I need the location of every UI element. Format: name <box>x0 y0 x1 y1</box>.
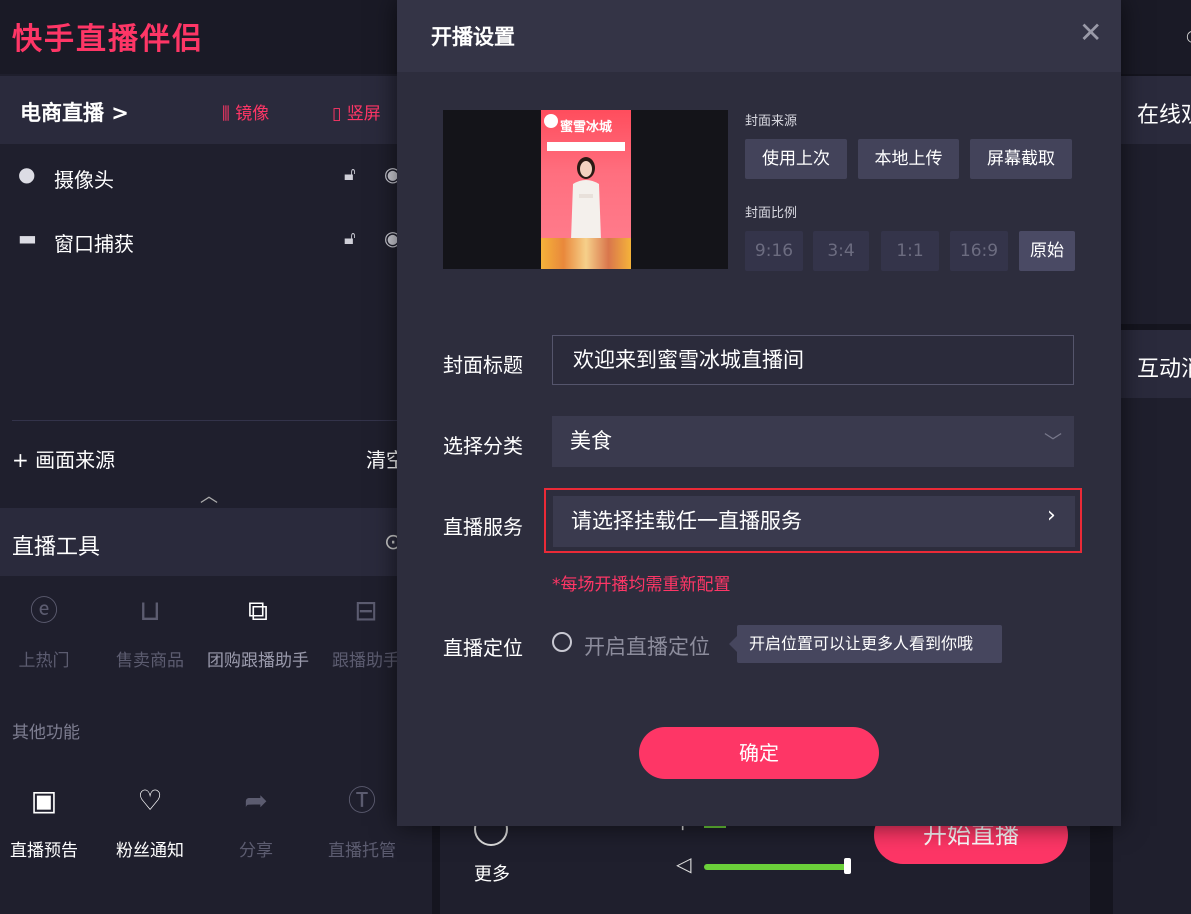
presenter-figure <box>571 157 601 240</box>
tooltip-arrow <box>729 636 737 652</box>
location-label: 直播定位 <box>443 636 523 660</box>
window-control-icon[interactable]: ○ <box>1186 26 1191 45</box>
tool-label: 粉丝通知 <box>116 841 184 861</box>
heart-chat-icon: ♡ <box>137 784 163 817</box>
tool-label: 上热门 <box>18 651 70 671</box>
location-radio[interactable] <box>552 632 572 652</box>
fire-plus-icon: ⓔ <box>29 594 58 627</box>
unlock-icon[interactable]: 🔓︎ <box>344 164 356 185</box>
source-item-window[interactable]: ▬ 窗口捕获 🔓︎ ◉ <box>0 212 432 272</box>
location-tooltip: 开启位置可以让更多人看到你哦 <box>737 625 1002 663</box>
divider <box>12 420 422 421</box>
dialog-title: 开播设置 <box>431 25 515 49</box>
interact-title: 互动消息 <box>1137 357 1191 382</box>
tool-sell[interactable]: ⊔ 售卖商品 <box>100 594 200 671</box>
collapse-icon[interactable]: ︿ <box>200 482 218 508</box>
speaker-icon[interactable]: ◁ <box>676 852 691 876</box>
share-icon: ➦ <box>244 784 268 817</box>
other-functions-title: 其他功能 <box>12 723 80 743</box>
live-mode-selector[interactable]: 电商直播 > <box>20 97 129 127</box>
tool-label: 直播预告 <box>10 841 78 861</box>
unlock-icon[interactable]: 🔓︎ <box>344 228 356 249</box>
volume-slider[interactable] <box>704 864 848 870</box>
tool-label: 分享 <box>239 841 273 861</box>
screen-capture-button[interactable]: 屏幕截取 <box>970 139 1072 179</box>
window-icon: ▬ <box>18 226 37 250</box>
tool-share[interactable]: ➦ 分享 <box>206 784 306 861</box>
source-item-camera[interactable]: ● 摄像头 🔓︎ ◉ <box>0 148 432 208</box>
source-label: 摄像头 <box>54 168 114 192</box>
tool-groupbuy[interactable]: ⧉ 团购跟播助手 <box>206 594 310 671</box>
cover-source-label: 封面来源 <box>745 114 798 129</box>
ratio-16-9[interactable]: 16:9 <box>950 231 1008 271</box>
cover-ratio-label: 封面比例 <box>745 206 798 221</box>
tool-label: 直播托管 <box>328 841 396 861</box>
video-camera-icon: ⧉ <box>248 594 268 627</box>
mirror-icon: ⫼ <box>222 104 236 124</box>
use-last-button[interactable]: 使用上次 <box>745 139 847 179</box>
add-source-button[interactable]: + 画面来源 <box>12 444 115 473</box>
location-option-label[interactable]: 开启直播定位 <box>584 631 710 661</box>
app-logo: 快手直播伴侣 <box>12 22 204 57</box>
tool-hot[interactable]: ⓔ 上热门 <box>0 594 94 671</box>
right-panel: 在线观众 互动消息 ○ <box>1120 0 1191 914</box>
rotate-screen-icon: ▯ <box>332 104 347 124</box>
chevron-right-icon: › <box>1047 503 1056 528</box>
confirm-button[interactable]: 确定 <box>639 727 879 779</box>
local-upload-button[interactable]: 本地上传 <box>858 139 959 179</box>
brand-logo-icon <box>544 114 558 128</box>
vertical-screen-button[interactable]: ▯ 竖屏 <box>332 99 381 124</box>
source-label: 窗口捕获 <box>54 232 134 256</box>
mirror-button[interactable]: ⫼ 镜像 <box>222 99 269 124</box>
service-select[interactable]: 请选择挂载任一直播服务 <box>553 496 1075 547</box>
poster-brand: 蜜雪冰城 <box>560 120 613 135</box>
category-select[interactable]: 美食 <box>552 416 1074 467</box>
cover-title-input[interactable]: 欢迎来到蜜雪冰城直播间 <box>552 335 1074 385</box>
cover-title-label: 封面标题 <box>443 353 523 377</box>
vertical-label: 竖屏 <box>346 104 381 124</box>
ratio-9-16[interactable]: 9:16 <box>745 231 803 271</box>
volume-knob[interactable] <box>844 858 851 874</box>
chevron-down-icon: ﹀ <box>1044 432 1062 453</box>
poster-drinks <box>541 238 631 269</box>
tools-title: 直播工具 <box>12 535 101 560</box>
ratio-original[interactable]: 原始 <box>1019 231 1075 271</box>
calendar-play-icon: ▣ <box>30 784 58 817</box>
cover-image: 蜜雪冰城 <box>541 110 631 269</box>
camera-icon: ● <box>18 162 36 186</box>
ratio-3-4[interactable]: 3:4 <box>813 231 869 271</box>
service-label: 直播服务 <box>443 515 523 539</box>
category-label: 选择分类 <box>443 434 523 458</box>
poster-banner <box>547 142 625 151</box>
tool-label: 团购跟播助手 <box>207 651 309 671</box>
service-note: *每场开播均需重新配置 <box>552 575 731 595</box>
online-audience-title: 在线观众 <box>1137 103 1191 128</box>
tool-preview[interactable]: ▣ 直播预告 <box>0 784 94 861</box>
tool-label: 售卖商品 <box>116 651 184 671</box>
cart-icon: ⊔ <box>139 594 161 627</box>
mirror-label: 镜像 <box>235 104 270 124</box>
close-icon[interactable]: ✕ <box>1079 16 1102 49</box>
tool-fan-notice[interactable]: ♡ 粉丝通知 <box>100 784 200 861</box>
ratio-1-1[interactable]: 1:1 <box>881 231 939 271</box>
more-label[interactable]: 更多 <box>474 860 510 886</box>
